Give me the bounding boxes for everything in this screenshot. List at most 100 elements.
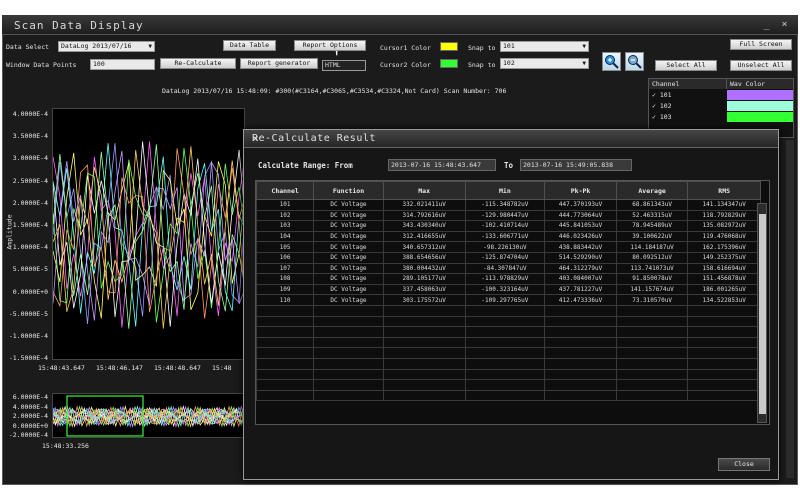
table-row[interactable]: 105 DC Voltage 340.657312uV -98.226130uV 438… — [255, 241, 761, 253]
table-cell: 141.157674uV — [615, 283, 689, 296]
empty-cell — [687, 389, 761, 402]
data-table-button[interactable]: Data Table — [223, 40, 276, 51]
channel-color-swatch[interactable] — [727, 90, 793, 100]
data-select-dropdown[interactable]: DataLog 2013/07/16 ▼ — [58, 41, 155, 52]
table-cell: 314.792616uV — [382, 209, 466, 222]
empty-cell — [687, 336, 761, 349]
unselect-all-button[interactable]: Unselect All — [730, 60, 792, 71]
dialog-close-icon[interactable]: × — [252, 132, 770, 145]
zoom-in-button[interactable] — [602, 52, 621, 71]
result-scrollbar[interactable] — [757, 203, 767, 423]
close-icon[interactable]: × — [778, 18, 791, 31]
table-cell: 105 — [255, 241, 315, 253]
report-options-button[interactable]: Report Options — [294, 40, 366, 51]
empty-cell — [255, 389, 315, 402]
window-points-label: Window Data Points — [6, 61, 77, 69]
empty-cell — [615, 347, 689, 359]
column-header[interactable]: Max — [382, 181, 466, 200]
column-header[interactable]: Average — [615, 181, 689, 200]
empty-cell — [544, 357, 617, 370]
table-cell: 446.023426uV — [544, 230, 617, 243]
channel-color-swatch[interactable] — [727, 101, 793, 111]
empty-cell — [382, 336, 466, 349]
table-cell: 78.945489uV — [615, 220, 689, 232]
empty-cell — [464, 389, 546, 402]
result-table[interactable]: Channel Function Max Min Pk-Pk Average RMS 101… — [255, 180, 770, 425]
table-row[interactable]: 104 DC Voltage 312.416655uV -133.606771uV 44… — [255, 230, 761, 243]
channel-row[interactable]: ✓ 101 — [649, 90, 793, 100]
table-cell: 114.184187uV — [615, 241, 689, 253]
scrollbar-thumb[interactable] — [759, 214, 766, 414]
empty-cell — [313, 389, 384, 402]
table-row[interactable]: 106 DC Voltage 388.654656uV -125.874704uV 51… — [255, 251, 761, 264]
empty-cell — [255, 357, 315, 370]
table-cell: -115.348782uV — [464, 199, 546, 211]
main-scrollbar[interactable] — [786, 140, 794, 478]
full-screen-button[interactable]: Full Screen — [730, 39, 792, 50]
minimize-icon[interactable]: _ — [760, 18, 773, 31]
close-button[interactable]: Close — [718, 458, 770, 471]
x-tick: 15:48 — [212, 364, 232, 372]
table-cell: 438.883442uV — [544, 241, 617, 253]
empty-cell — [255, 304, 315, 317]
overview-waveform-plot — [52, 395, 247, 437]
column-header[interactable]: Function — [313, 181, 384, 200]
channel-row[interactable]: ✓ 102 — [649, 101, 793, 111]
empty-cell — [382, 347, 466, 359]
table-cell: DC Voltage — [313, 241, 384, 253]
table-cell: 113.741073uV — [615, 262, 689, 275]
app-window: Scan Data Display _ × Data Select DataLo… — [0, 0, 800, 500]
channel-color-swatch[interactable] — [727, 112, 793, 122]
table-cell: DC Voltage — [313, 262, 384, 275]
range-to-field[interactable]: 2013-07-16 15:49:05.838 — [520, 159, 632, 171]
recalculate-button[interactable]: Re-Calculate — [160, 58, 236, 69]
empty-cell — [255, 315, 315, 328]
channel-row[interactable]: ✓ 103 — [649, 112, 793, 122]
chevron-down-icon: ▼ — [582, 60, 586, 67]
table-row[interactable]: 101 DC Voltage 332.021411uV -115.348782uV 44… — [255, 199, 761, 211]
report-format-field[interactable]: HTML — [322, 60, 366, 71]
snap2-dropdown[interactable]: 102 ▼ — [500, 58, 589, 69]
title-bar: Scan Data Display _ × — [2, 15, 798, 35]
main-waveform-plot — [52, 141, 247, 329]
chevron-down-icon: ▼ — [148, 43, 152, 50]
overview-y-tick: 6.0000E-4 — [12, 393, 48, 401]
zoom-out-button[interactable] — [625, 52, 644, 71]
empty-cell — [382, 389, 466, 402]
select-all-button[interactable]: Select All — [655, 60, 717, 71]
cursor2-color-swatch[interactable] — [440, 59, 458, 68]
table-cell: 102 — [255, 209, 315, 222]
window-points-input[interactable]: 100 — [90, 59, 155, 70]
table-row[interactable]: 103 DC Voltage 343.430340uV -102.410714uV 44… — [255, 220, 761, 232]
y-tick: 3.0000E-4 — [12, 154, 48, 163]
table-cell: 110 — [255, 294, 315, 306]
empty-cell — [313, 304, 384, 317]
column-header[interactable]: Min — [464, 181, 546, 200]
table-cell: 91.850078uV — [615, 273, 689, 285]
report-generator-button[interactable]: Report generator — [240, 58, 318, 69]
table-cell: 444.773064uV — [544, 209, 617, 222]
empty-row — [255, 336, 761, 349]
table-cell: -133.606771uV — [464, 230, 546, 243]
range-from-field[interactable]: 2013-07-16 15:48:43.647 — [388, 159, 496, 171]
empty-cell — [313, 347, 384, 359]
table-row[interactable]: 107 DC Voltage 380.004432uV -84.307847uV 464… — [255, 262, 761, 275]
table-row[interactable]: 108 DC Voltage 289.105177uV -113.978829uV 40… — [255, 273, 761, 285]
y-tick: 1.5000E-4 — [12, 221, 48, 229]
empty-cell — [544, 326, 617, 338]
overview-plot-area[interactable] — [52, 393, 247, 438]
snap1-dropdown[interactable]: 101 ▼ — [500, 41, 589, 52]
column-header[interactable]: RMS — [687, 181, 761, 200]
table-cell: DC Voltage — [313, 273, 384, 285]
empty-cell — [615, 326, 689, 338]
table-row[interactable]: 102 DC Voltage 314.792616uV -129.980447uV 44… — [255, 209, 761, 222]
x-tick: 15:48:46.147 — [96, 364, 143, 372]
column-header[interactable]: Channel — [255, 181, 315, 200]
empty-cell — [255, 347, 315, 359]
cursor1-color-swatch[interactable] — [440, 42, 458, 51]
table-cell: DC Voltage — [313, 209, 384, 222]
main-plot-area[interactable] — [52, 108, 247, 360]
table-row[interactable]: 109 DC Voltage 337.458063uV -100.323164uV 43… — [255, 283, 761, 296]
column-header[interactable]: Pk-Pk — [544, 181, 617, 200]
table-row[interactable]: 110 DC Voltage 303.175572uV -109.297765uV 41… — [255, 294, 761, 306]
